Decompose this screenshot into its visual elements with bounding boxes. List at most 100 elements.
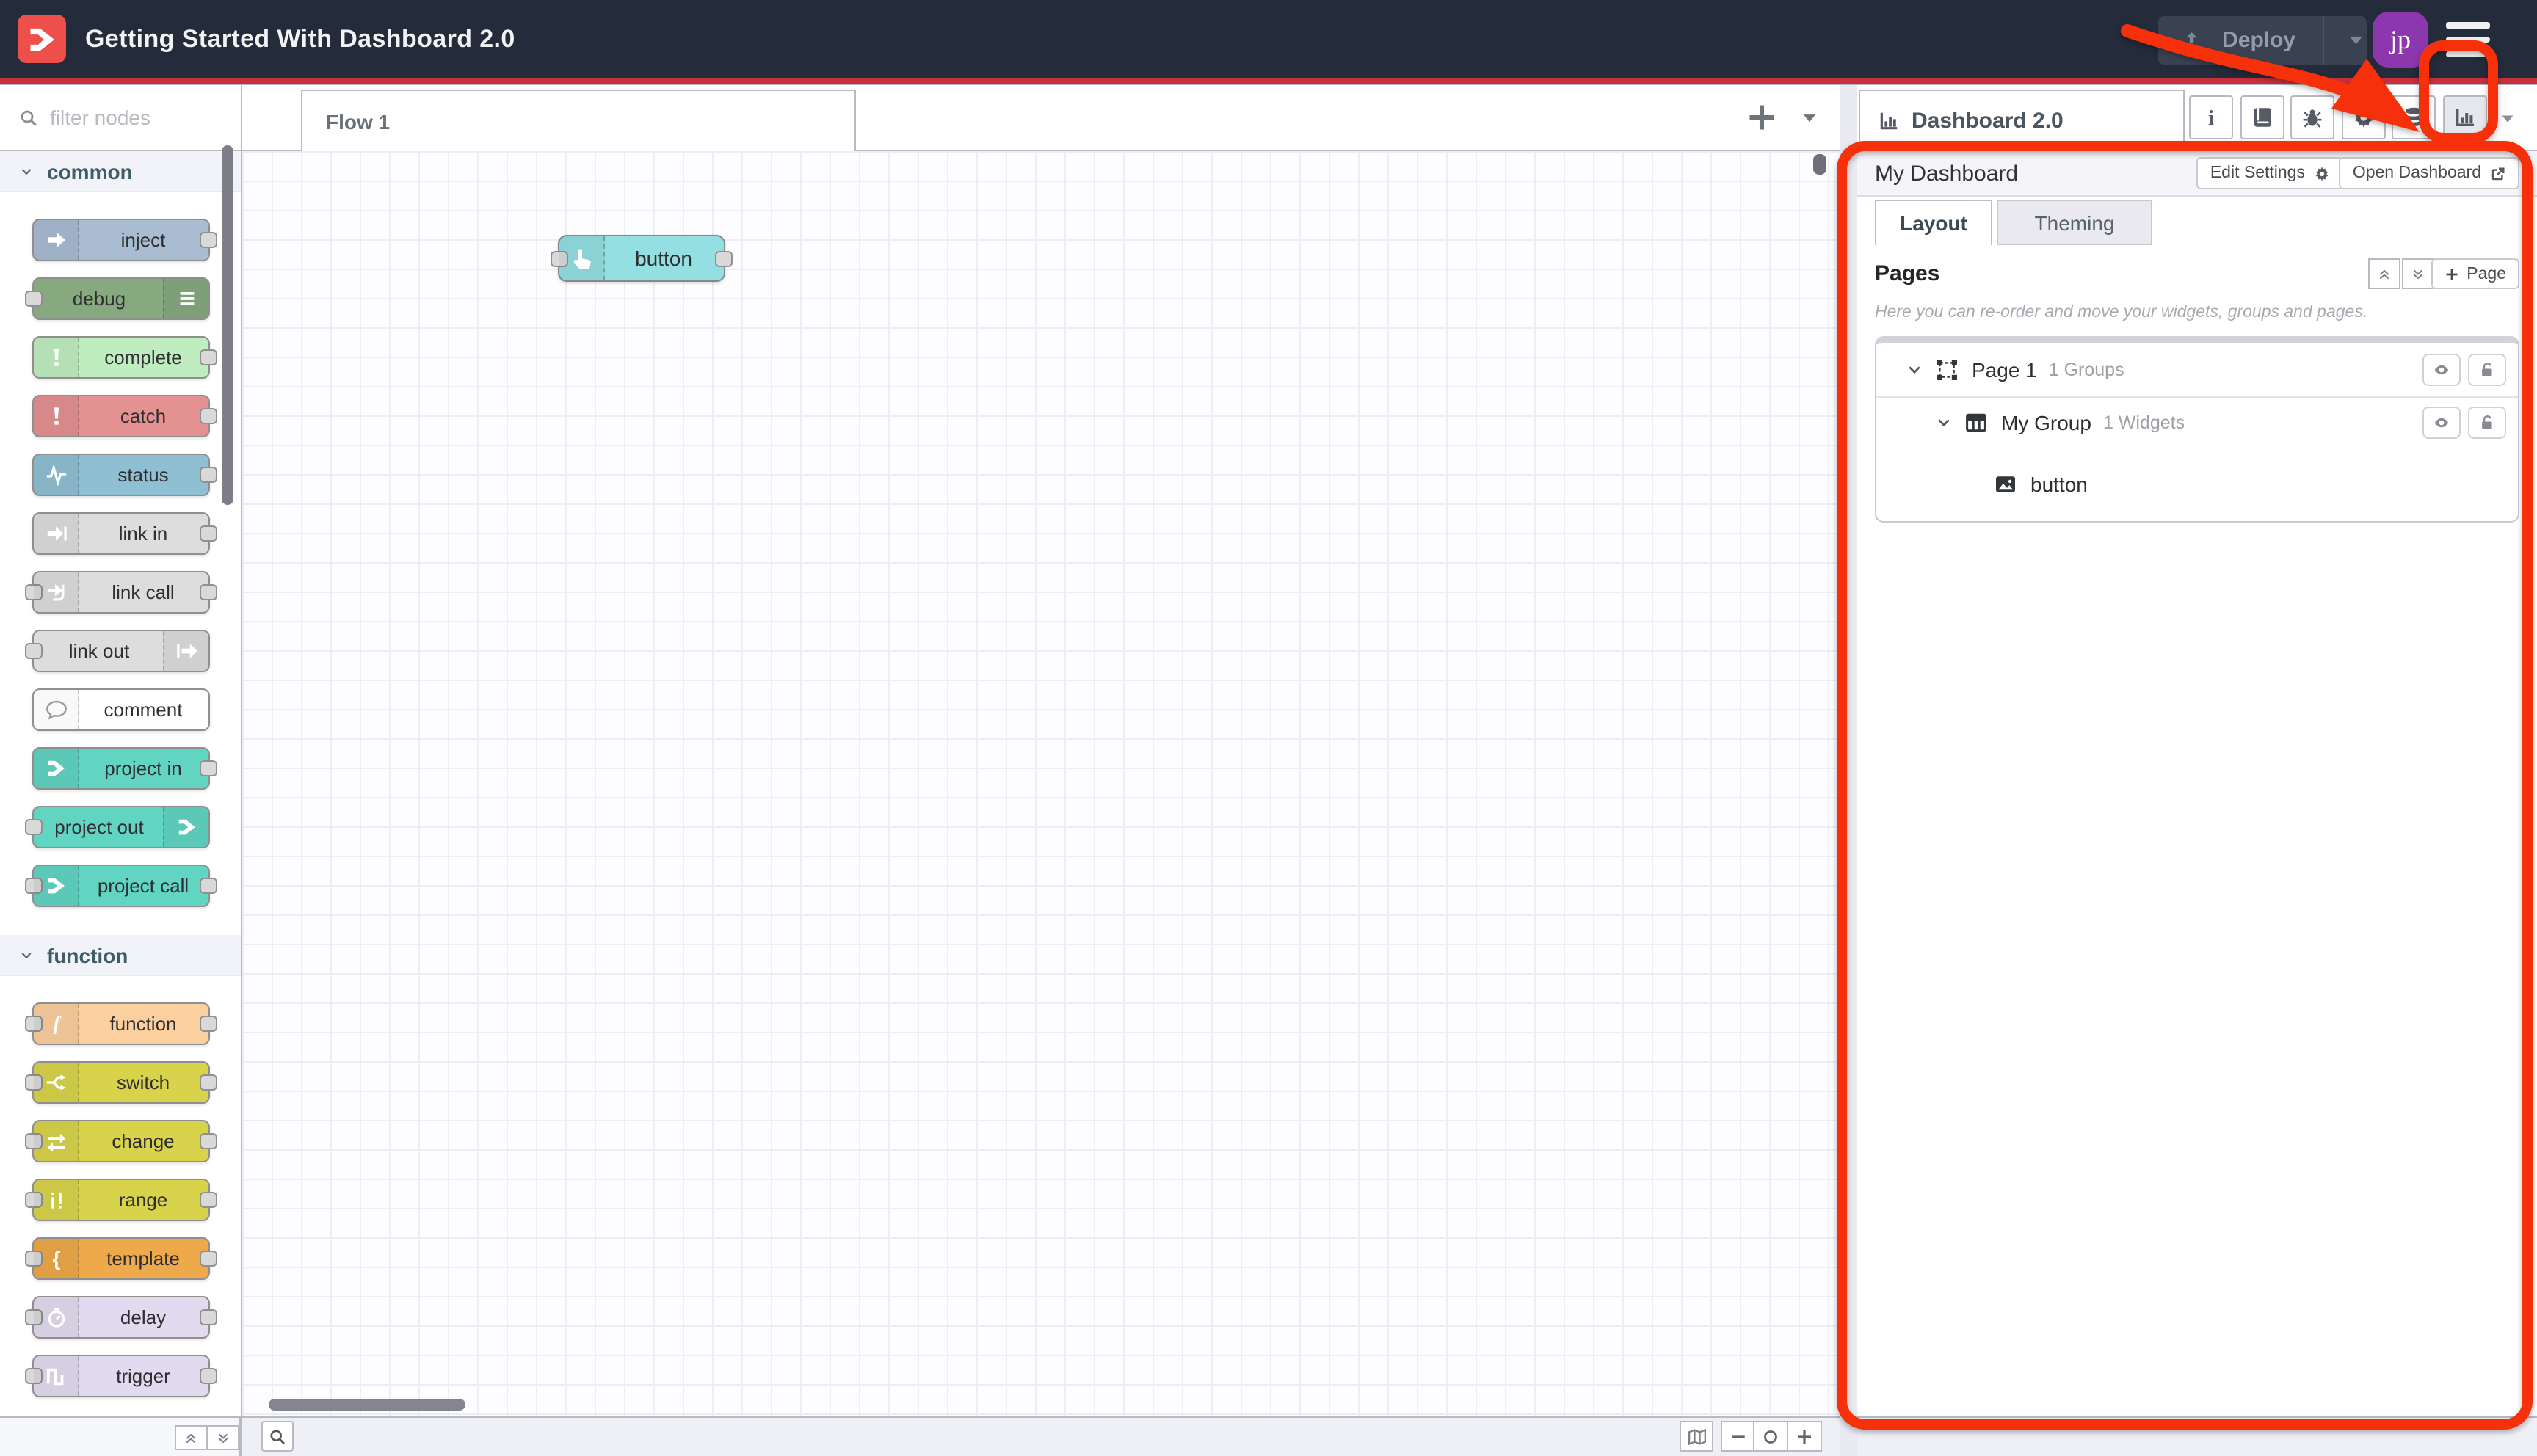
open-dashboard-button[interactable]: Open Dashboard — [2340, 157, 2519, 189]
zoom-reset-button[interactable] — [1754, 1421, 1788, 1452]
function-icon: f — [45, 1013, 67, 1035]
sidebar-tool-chart[interactable] — [2442, 95, 2486, 139]
node-icon-region — [34, 1063, 79, 1102]
main-menu-button[interactable] — [2446, 22, 2490, 57]
lock-toggle-button[interactable] — [2468, 407, 2506, 439]
tree-row-page-1[interactable]: Page 11 Groups — [1876, 343, 2518, 398]
tab-theming[interactable]: Theming — [1997, 200, 2152, 245]
link-call-icon — [45, 581, 67, 603]
search-icon — [19, 108, 38, 127]
edit-settings-button[interactable]: Edit Settings — [2197, 157, 2343, 189]
gear-icon — [2351, 106, 2375, 129]
tab-layout[interactable]: Layout — [1875, 200, 1992, 245]
deploy-divider — [2322, 16, 2323, 65]
sidebar-tool-info[interactable]: i — [2189, 95, 2233, 139]
node-output-port — [200, 349, 217, 365]
sidebar-tool-bug[interactable] — [2290, 95, 2334, 139]
node-output-port[interactable] — [715, 250, 733, 266]
link-in-icon — [45, 523, 67, 545]
palette-node-range[interactable]: range — [32, 1179, 210, 1221]
node-icon-region — [34, 1121, 79, 1161]
palette-node-link-call[interactable]: link call — [32, 571, 210, 614]
palette-node-trigger[interactable]: trigger — [32, 1355, 210, 1397]
node-icon-region — [163, 279, 208, 318]
minimap-button[interactable] — [1680, 1421, 1713, 1452]
eye-icon — [2433, 361, 2450, 379]
palette-node-delay[interactable]: delay — [32, 1296, 210, 1339]
palette-node-debug[interactable]: debug — [32, 277, 210, 320]
gear-icon — [2314, 165, 2330, 181]
tree-row-button[interactable]: button — [1876, 448, 2518, 521]
palette-node-project-in[interactable]: project in — [32, 747, 210, 790]
palette-scrollbar[interactable] — [222, 145, 233, 505]
palette-node-comment[interactable]: comment — [32, 688, 210, 731]
sidebar-tab-dashboard[interactable]: Dashboard 2.0 — [1859, 90, 2185, 151]
book-icon — [2250, 106, 2273, 129]
palette-node-change[interactable]: change — [32, 1120, 210, 1162]
app-title: Getting Started With Dashboard 2.0 — [85, 0, 515, 78]
palette-node-status[interactable]: status — [32, 454, 210, 496]
node-output-port — [200, 467, 217, 483]
palette-scroll-area[interactable]: common inject debug complete catch status link… — [0, 151, 241, 1416]
info-icon: i — [2199, 106, 2223, 129]
chevron-double-down-icon — [2411, 266, 2425, 281]
sidebar-menu-caret[interactable] — [2499, 110, 2516, 128]
pulse-icon — [45, 464, 67, 486]
sidebar-tool-book[interactable] — [2240, 95, 2284, 139]
canvas-vertical-scrollbar[interactable] — [1813, 154, 1826, 175]
palette-node-function[interactable]: ffunction — [32, 1002, 210, 1045]
node-icon-region — [34, 396, 79, 436]
tree-row-my-group[interactable]: My Group1 Widgets — [1876, 398, 2518, 448]
chevron-double-up-icon — [184, 1430, 198, 1445]
palette-search — [0, 85, 241, 151]
canvas-horizontal-scrollbar[interactable] — [269, 1399, 465, 1410]
user-avatar[interactable]: jp — [2373, 12, 2428, 68]
sidebar-tool-layers[interactable] — [2392, 95, 2436, 139]
palette-node-project-call[interactable]: project call — [32, 864, 210, 907]
zoom-in-button[interactable] — [1788, 1421, 1822, 1452]
palette-node-complete[interactable]: complete — [32, 336, 210, 379]
sidebar-splitter[interactable] — [1840, 85, 1857, 1456]
add-page-button[interactable]: Page — [2431, 258, 2519, 289]
svg-text:f: f — [53, 1013, 61, 1034]
move-page-down-button[interactable] — [2402, 258, 2434, 289]
tree-item-meta: 1 Widgets — [2103, 412, 2185, 433]
node-output-port — [200, 1368, 217, 1384]
flow-list-button[interactable] — [1800, 109, 1819, 128]
node-red-icon — [175, 816, 197, 838]
palette-node-inject[interactable]: inject — [32, 219, 210, 261]
palette-node-link-in[interactable]: link in — [32, 512, 210, 555]
filter-nodes-input[interactable] — [47, 104, 214, 131]
palette-collapse-all-button[interactable] — [175, 1425, 207, 1450]
lock-toggle-button[interactable] — [2468, 354, 2506, 386]
add-flow-button[interactable] — [1746, 101, 1778, 134]
flow-canvas[interactable]: button — [242, 151, 1840, 1416]
node-icon-region — [34, 1297, 79, 1337]
node-output-port — [200, 1251, 217, 1267]
move-page-up-button[interactable] — [2368, 258, 2400, 289]
chevron-down-icon[interactable] — [1935, 414, 1953, 432]
palette-node-project-out[interactable]: project out — [32, 806, 210, 848]
search-flows-button[interactable] — [261, 1421, 294, 1452]
chevron-down-icon[interactable] — [1906, 361, 1923, 379]
node-palette: common inject debug complete catch status link… — [0, 85, 242, 1456]
palette-category-function[interactable]: function — [0, 935, 241, 976]
external-link-icon — [2490, 165, 2506, 181]
visibility-toggle-button[interactable] — [2422, 407, 2461, 439]
palette-expand-all-button[interactable] — [207, 1425, 239, 1450]
palette-node-switch[interactable]: switch — [32, 1061, 210, 1104]
palette-node-catch[interactable]: catch — [32, 395, 210, 437]
visibility-toggle-button[interactable] — [2422, 354, 2461, 386]
sidebar-tool-gear[interactable] — [2341, 95, 2385, 139]
deploy-button[interactable]: Deploy — [2158, 16, 2367, 65]
zoom-out-button[interactable] — [1721, 1421, 1754, 1452]
flow-tab[interactable]: Flow 1 — [301, 90, 856, 151]
tree-item-meta: 1 Groups — [2049, 360, 2124, 380]
palette-category-common[interactable]: common — [0, 151, 241, 192]
palette-node-template[interactable]: {template — [32, 1237, 210, 1280]
table-icon — [1964, 411, 1988, 434]
caret-down-icon[interactable] — [2347, 29, 2367, 51]
palette-node-label: switch — [78, 1063, 208, 1102]
button-node[interactable]: button — [558, 235, 725, 282]
palette-node-link-out[interactable]: link out — [32, 630, 210, 672]
